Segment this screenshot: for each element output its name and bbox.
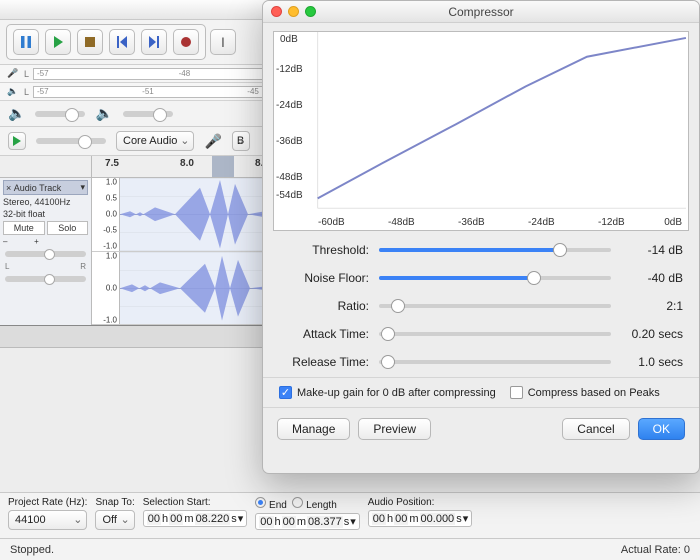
release-slider[interactable]: [379, 360, 611, 364]
dialog-title: Compressor: [263, 1, 699, 23]
compressor-dialog: Compressor 0dB -12dB -24dB -36dB -48dB -…: [262, 0, 700, 474]
dialog-buttons: Manage Preview Cancel OK: [263, 408, 699, 450]
threshold-row: Threshold: -14 dB: [279, 243, 683, 257]
scrub-slider[interactable]: [36, 138, 106, 144]
track-format-2: 32-bit float: [3, 209, 88, 219]
stop-button[interactable]: [77, 29, 103, 55]
threshold-value: -14 dB: [621, 243, 683, 257]
transport-group: [6, 24, 206, 60]
audio-position-label: Audio Position:: [368, 497, 472, 508]
skip-end-button[interactable]: [141, 29, 167, 55]
status-state: Stopped.: [10, 544, 54, 556]
compressor-curve: [274, 32, 688, 230]
mute-button[interactable]: Mute: [3, 221, 45, 235]
snap-to-label: Snap To:: [95, 497, 134, 508]
audio-position-field[interactable]: 00 h 00 m 00.000 s ▾: [368, 510, 472, 527]
project-rate-select[interactable]: 44100: [8, 510, 87, 530]
quick-play-button[interactable]: [8, 132, 26, 150]
pause-button[interactable]: [13, 29, 39, 55]
project-rate-label: Project Rate (Hz):: [8, 497, 87, 508]
mic-icon: 🔈: [95, 105, 112, 122]
timeline-gutter: [0, 156, 92, 177]
end-radio[interactable]: [255, 497, 266, 508]
attack-slider[interactable]: [379, 332, 611, 336]
mic-icon: 🎤: [6, 68, 20, 79]
chevron-down-icon: ▾: [80, 182, 85, 193]
compressor-params: Threshold: -14 dB Noise Floor: -40 dB Ra…: [263, 235, 699, 371]
audio-host-select[interactable]: Core Audio: [116, 131, 194, 151]
peaks-checkbox[interactable]: Compress based on Peaks: [510, 386, 660, 399]
pan-slider[interactable]: [5, 276, 86, 282]
selection-end-field[interactable]: 00 h 00 m 08.377 s ▾: [255, 513, 359, 530]
preview-button[interactable]: Preview: [358, 418, 431, 440]
tool-selection[interactable]: I: [210, 29, 236, 55]
host-letter[interactable]: B: [232, 131, 250, 151]
meter-channel-l: L: [24, 69, 29, 79]
speaker-icon: 🔈: [6, 86, 20, 97]
skip-start-button[interactable]: [109, 29, 135, 55]
ratio-value: 2:1: [621, 299, 683, 313]
minimize-window-button[interactable]: [288, 6, 299, 17]
selection-start-label: Selection Start:: [143, 497, 247, 508]
check-icon: [510, 386, 523, 399]
manage-button[interactable]: Manage: [277, 418, 350, 440]
compressor-options: ✓ Make-up gain for 0 dB after compressin…: [263, 377, 699, 408]
close-window-button[interactable]: [271, 6, 282, 17]
check-icon: ✓: [279, 386, 292, 399]
noise-floor-value: -40 dB: [621, 271, 683, 285]
compressor-graph: 0dB -12dB -24dB -36dB -48dB -54dB -60dB …: [273, 31, 689, 231]
input-volume-slider[interactable]: [123, 111, 173, 117]
selection-bar: Project Rate (Hz): 44100 Snap To: Off Se…: [0, 492, 700, 538]
wave-scale: 1.0 0.0 -1.0: [92, 252, 120, 325]
ratio-row: Ratio: 2:1: [279, 299, 683, 313]
length-radio[interactable]: [292, 497, 303, 508]
record-button[interactable]: [173, 29, 199, 55]
snap-to-select[interactable]: Off: [95, 510, 134, 530]
mic-icon: 🎤: [204, 133, 221, 150]
track-format-1: Stereo, 44100Hz: [3, 197, 88, 207]
ratio-slider[interactable]: [379, 304, 611, 308]
track-menu[interactable]: × Audio Track▾: [3, 180, 88, 195]
ok-button[interactable]: OK: [638, 418, 685, 440]
attack-value: 0.20 secs: [621, 327, 683, 341]
status-bar: Stopped. Actual Rate: 0: [0, 538, 700, 560]
output-volume-slider[interactable]: [35, 111, 85, 117]
play-button[interactable]: [45, 29, 71, 55]
track-name: Audio Track: [14, 183, 62, 193]
track-header[interactable]: × Audio Track▾ Stereo, 44100Hz 32-bit fl…: [0, 178, 92, 325]
window-controls: [271, 6, 316, 17]
attack-row: Attack Time: 0.20 secs: [279, 327, 683, 341]
threshold-slider[interactable]: [379, 248, 611, 252]
release-value: 1.0 secs: [621, 355, 683, 369]
release-row: Release Time: 1.0 secs: [279, 355, 683, 369]
noise-floor-slider[interactable]: [379, 276, 611, 280]
speaker-icon: 🔈: [8, 105, 25, 122]
selection-start-field[interactable]: 00 h 00 m 08.220 s ▾: [143, 510, 247, 527]
cancel-button[interactable]: Cancel: [562, 418, 629, 440]
status-rate: Actual Rate: 0: [621, 544, 690, 556]
noise-floor-row: Noise Floor: -40 dB: [279, 271, 683, 285]
wave-scale: 1.0 0.5 0.0 -0.5 -1.0: [92, 178, 120, 251]
makeup-gain-checkbox[interactable]: ✓ Make-up gain for 0 dB after compressin…: [279, 386, 496, 399]
zoom-window-button[interactable]: [305, 6, 316, 17]
gain-slider[interactable]: [5, 251, 86, 257]
solo-button[interactable]: Solo: [47, 221, 89, 235]
